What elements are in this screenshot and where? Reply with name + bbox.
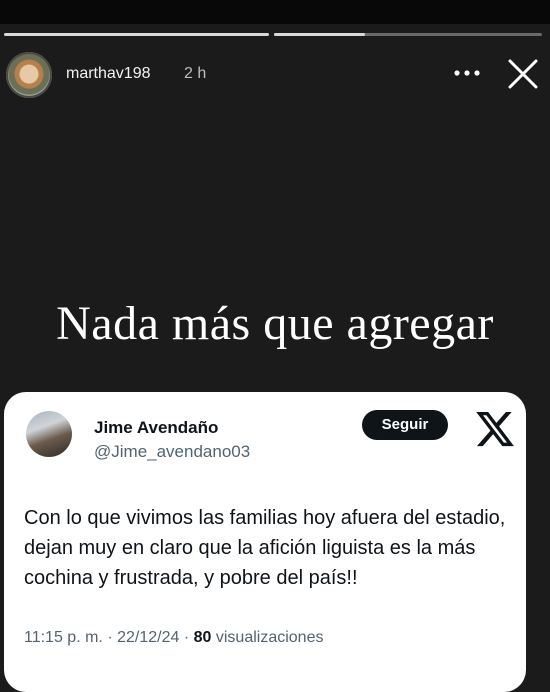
tweet-author-avatar[interactable] [26,411,72,457]
meta-separator: · [183,629,190,646]
story-progress-fill [274,33,366,36]
story-caption: Nada más que agregar [56,297,494,350]
follow-button[interactable]: Seguir [362,410,448,440]
x-logo-icon[interactable] [474,408,516,450]
story-username[interactable]: marthav198 [66,65,151,83]
story-progress-segment-1 [4,33,269,36]
more-options-icon[interactable] [452,63,482,83]
story-time: 2 h [184,65,207,82]
user-avatar[interactable] [6,52,52,98]
top-black-bar [0,0,550,24]
views-label: visualizaciones [215,629,324,646]
meta-separator: · [107,629,113,646]
story-progress-segment-2 [274,33,542,36]
tweet-date[interactable]: 22/12/24 [117,629,179,646]
tweet-card[interactable]: Jime Avendaño @Jime_avendano03 Seguir Co… [4,392,526,692]
close-icon[interactable] [505,56,541,92]
views-count: 80 [193,629,212,646]
tweet-meta: 11:15 p. m. · 22/12/24 · 80 visualizacio… [24,629,323,647]
story-header: marthav198 2 h [0,46,550,102]
tweet-time[interactable]: 11:15 p. m. [24,629,103,646]
tweet-display-name[interactable]: Jime Avendaño [94,418,218,438]
tweet-handle[interactable]: @Jime_avendano03 [94,442,250,462]
tweet-text: Con lo que vivimos las familias hoy afue… [24,507,506,589]
